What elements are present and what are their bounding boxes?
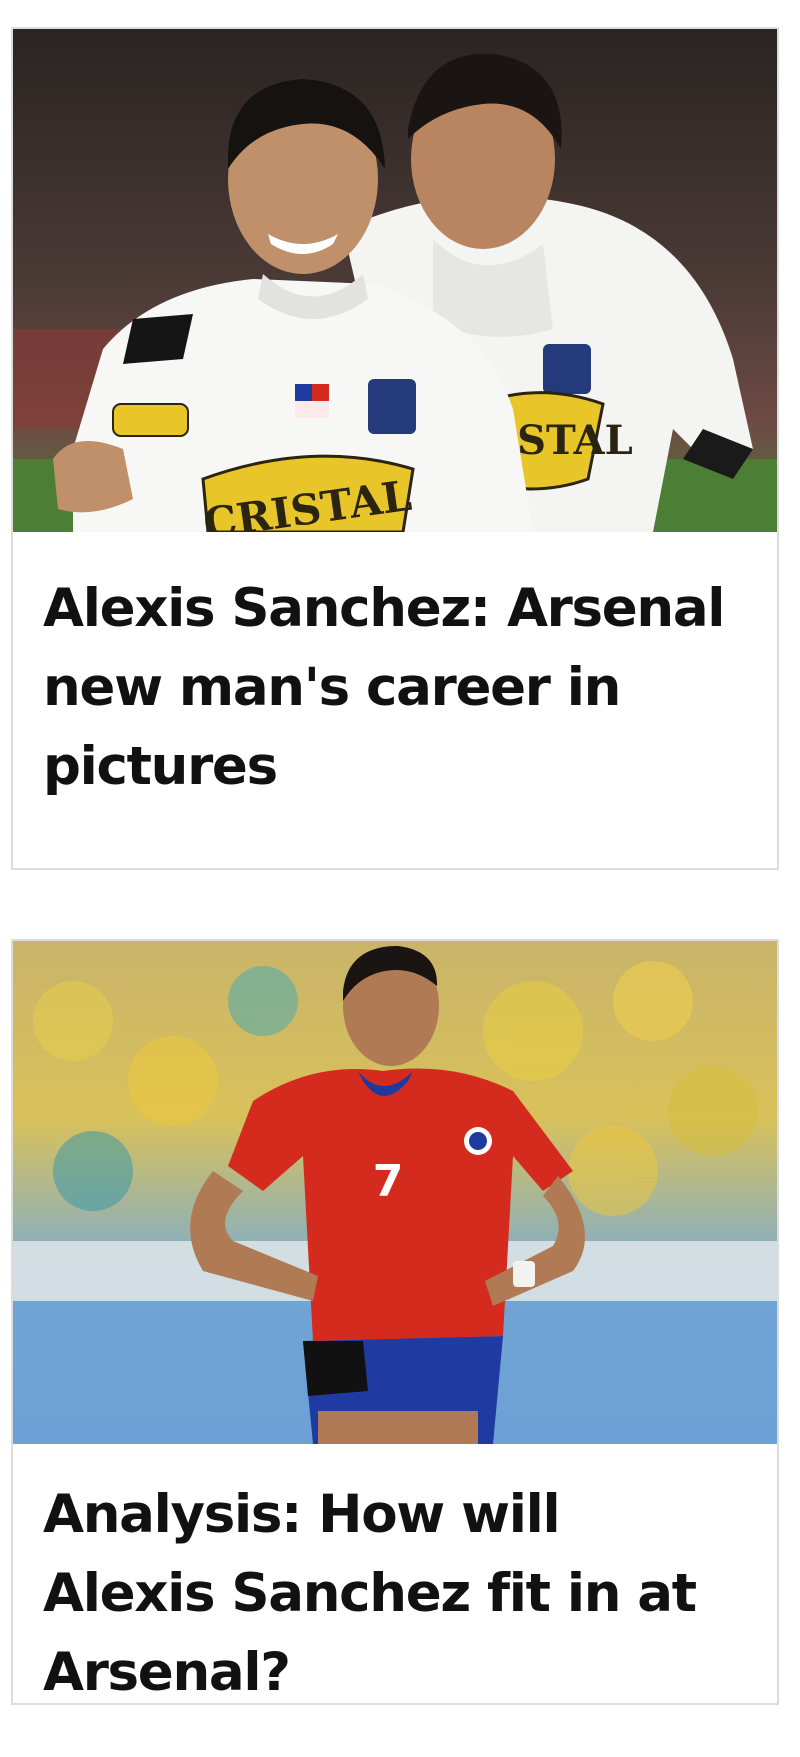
article-headline[interactable]: Alexis Sanchez: Arsenal new man's career…: [43, 569, 747, 806]
photo-sanchez-chile: 7: [13, 941, 777, 1444]
photo-sanchez-colo-colo: CRISTAL CRISTAL: [13, 29, 777, 532]
article-card-2[interactable]: 7 Analysis: How will Alexis Sanchez fit …: [11, 939, 779, 1705]
article-thumbnail[interactable]: CRISTAL CRISTAL: [13, 29, 777, 532]
article-card-1[interactable]: CRISTAL CRISTAL Alexis Sanchez: Arsenal …: [11, 27, 779, 870]
shirt-number: 7: [373, 1156, 404, 1207]
article-thumbnail[interactable]: 7: [13, 941, 777, 1444]
article-headline[interactable]: Analysis: How will Alexis Sanchez fit in…: [43, 1475, 747, 1712]
